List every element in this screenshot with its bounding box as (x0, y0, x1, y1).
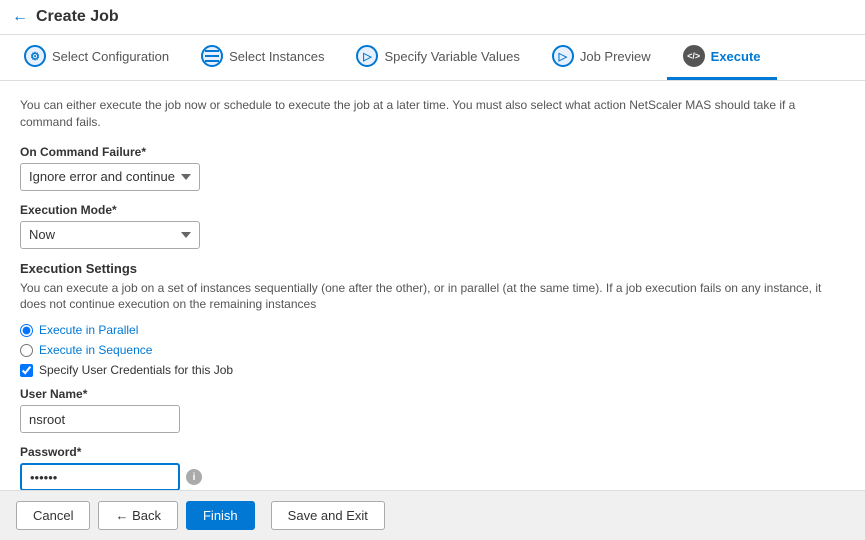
credentials-checkbox-label[interactable]: Specify User Credentials for this Job (39, 363, 233, 377)
on-command-failure-label: On Command Failure* (20, 145, 845, 159)
back-button[interactable]: ← Back (98, 501, 178, 530)
password-input[interactable] (20, 463, 180, 491)
tab-job-preview[interactable]: ▷ Job Preview (536, 35, 667, 80)
username-group: User Name* (20, 387, 845, 433)
tab-icon-gear: ⚙ (24, 45, 46, 67)
radio-sequence[interactable] (20, 344, 33, 357)
execution-settings-block: Execution Settings You can execute a job… (20, 261, 845, 517)
content-scroll: You can either execute the job now or sc… (20, 97, 845, 517)
tab-label-job-preview: Job Preview (580, 49, 651, 64)
execution-mode-group: Execution Mode* Now Schedule (20, 203, 845, 249)
page-title: Create Job (36, 8, 119, 26)
info-icon[interactable]: i (186, 469, 202, 485)
save-and-exit-button[interactable]: Save and Exit (271, 501, 385, 530)
password-group: Password* i (20, 445, 845, 491)
radio-parallel-label[interactable]: Execute in Parallel (39, 323, 138, 337)
credentials-checkbox[interactable] (20, 364, 33, 377)
username-label: User Name* (20, 387, 845, 401)
tab-label-specify-variable-values: Specify Variable Values (384, 49, 519, 64)
execution-mode-label: Execution Mode* (20, 203, 845, 217)
footer-bar: Cancel ← Back Finish Save and Exit (0, 490, 865, 540)
tab-icon-execute: </> (683, 45, 705, 67)
tab-execute[interactable]: </> Execute (667, 35, 777, 80)
tab-select-configuration[interactable]: ⚙ Select Configuration (8, 35, 185, 80)
tab-label-select-instances: Select Instances (229, 49, 324, 64)
page-header: ← Create Job (0, 0, 865, 35)
radio-parallel-group: Execute in Parallel (20, 323, 845, 337)
radio-sequence-label[interactable]: Execute in Sequence (39, 343, 152, 357)
radio-sequence-group: Execute in Sequence (20, 343, 845, 357)
info-text: You can either execute the job now or sc… (20, 97, 845, 131)
credentials-checkbox-group: Specify User Credentials for this Job (20, 363, 845, 377)
password-label: Password* (20, 445, 845, 459)
tab-icon-variable: ▷ (356, 45, 378, 67)
radio-parallel[interactable] (20, 324, 33, 337)
tab-label-execute: Execute (711, 49, 761, 64)
tab-icon-instances (201, 45, 223, 67)
wizard-tabs: ⚙ Select Configuration Select Instances … (0, 35, 865, 81)
on-command-failure-select[interactable]: Ignore error and continue Stop execution (20, 163, 200, 191)
back-icon[interactable]: ← (12, 8, 28, 26)
finish-button[interactable]: Finish (186, 501, 255, 530)
tab-icon-preview: ▷ (552, 45, 574, 67)
tab-specify-variable-values[interactable]: ▷ Specify Variable Values (340, 35, 535, 80)
cancel-button[interactable]: Cancel (16, 501, 90, 530)
tab-select-instances[interactable]: Select Instances (185, 35, 340, 80)
execution-settings-title: Execution Settings (20, 261, 845, 276)
content-area: You can either execute the job now or sc… (0, 81, 865, 533)
username-input[interactable] (20, 405, 180, 433)
on-command-failure-group: On Command Failure* Ignore error and con… (20, 145, 845, 191)
tab-label-select-configuration: Select Configuration (52, 49, 169, 64)
execution-mode-select[interactable]: Now Schedule (20, 221, 200, 249)
password-row: i (20, 463, 845, 491)
execution-settings-desc: You can execute a job on a set of instan… (20, 280, 845, 314)
